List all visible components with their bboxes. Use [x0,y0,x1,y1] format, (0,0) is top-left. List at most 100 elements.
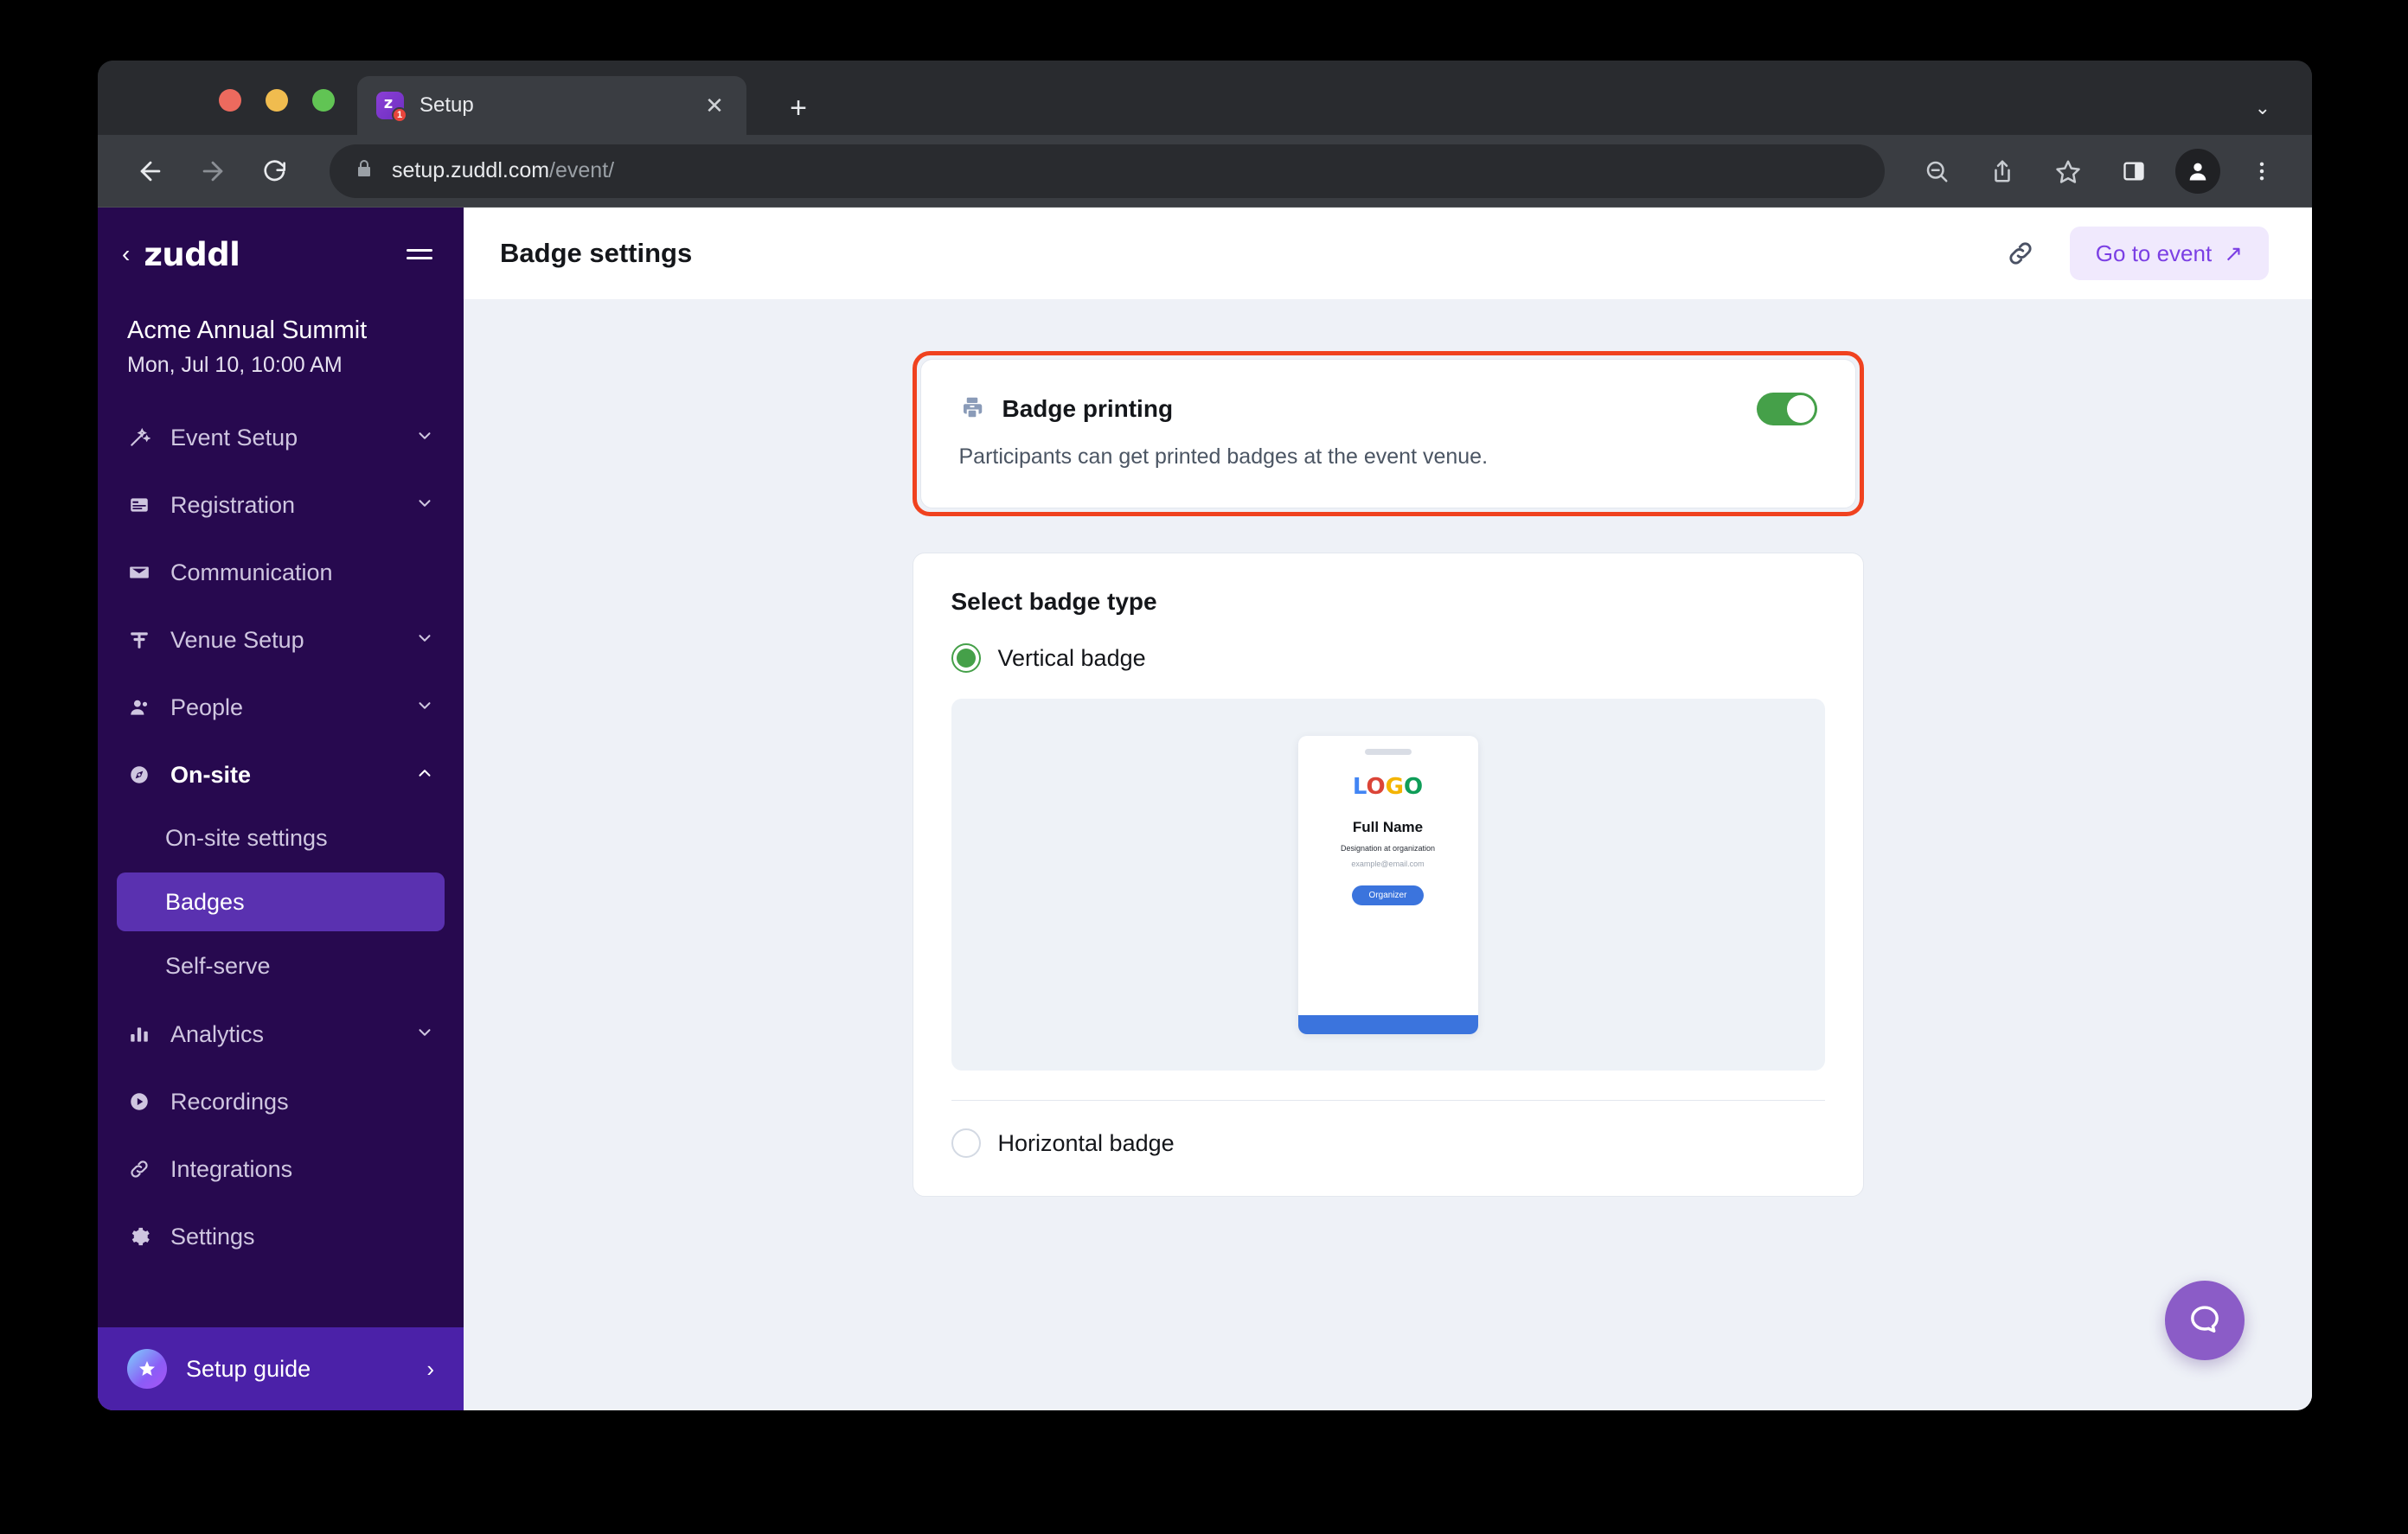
horizontal-badge-label: Horizontal badge [997,1129,1175,1156]
setup-guide-label: Setup guide [186,1355,311,1382]
chevron-down-icon[interactable] [415,494,434,517]
browser-tab[interactable]: z 1 Setup ✕ [357,76,746,135]
setup-guide-button[interactable]: Setup guide › [98,1327,464,1410]
link-icon [127,1158,151,1180]
close-tab-icon[interactable]: ✕ [701,94,727,117]
badge-full-name: Full Name [1352,818,1424,835]
vertical-badge-option[interactable]: Vertical badge [951,643,1825,673]
badge-printing-highlight: Badge printing Participants can get prin… [912,351,1864,516]
go-to-event-label: Go to event [2095,240,2213,266]
toolbar-icon-group [1912,147,2286,195]
badge-printing-description: Participants can get printed badges at t… [958,444,1489,469]
sidebar-item-settings[interactable]: Settings [98,1203,464,1270]
help-widget-button[interactable] [2165,1281,2245,1360]
toggle-knob [1786,395,1815,423]
sidebar-item-integrations[interactable]: Integrations [98,1135,464,1203]
select-badge-type-title: Select badge type [951,588,1157,615]
new-tab-button[interactable]: + [781,93,816,123]
url-text: setup.zuddl.com/event/ [392,158,614,183]
badge-type-divider [951,1100,1825,1101]
maximize-window-button[interactable] [312,89,335,112]
sidebar-nav: Event Setup Registration Communication V… [98,404,464,1327]
sidebar-item-self-serve[interactable]: Self-serve [117,936,445,995]
logo-letter-3: G [1385,773,1404,800]
sidebar-item-label: Settings [170,1223,255,1250]
sidebar-item-analytics[interactable]: Analytics [98,1000,464,1068]
page-title: Badge settings [500,238,693,268]
chevron-down-icon[interactable] [415,629,434,652]
back-arrow-icon[interactable] [124,144,177,198]
profile-avatar-icon[interactable] [2175,148,2220,194]
badge-email: example@email.com [1351,859,1425,868]
app-viewport: ‹ zuddl Acme Annual Summit Mon, Jul 10, … [98,208,2312,1410]
side-panel-icon[interactable] [2110,147,2158,195]
event-summary: Acme Annual Summit Mon, Jul 10, 10:00 AM [98,292,464,385]
bar-chart-icon [127,1023,151,1045]
tab-title: Setup [419,93,474,117]
share-icon[interactable] [1978,147,2027,195]
sidebar-item-registration[interactable]: Registration [98,471,464,539]
badge-footer-bar [1297,1014,1478,1034]
browser-tab-strip: z 1 Setup ✕ + ⌄ [98,61,2312,135]
sidebar-item-event-setup[interactable]: Event Setup [98,404,464,471]
chevron-up-icon[interactable] [415,764,434,787]
go-to-event-button[interactable]: Go to event ↗ [2069,227,2269,280]
three-dot-menu-icon[interactable] [2238,147,2286,195]
layout-icon [127,629,151,651]
sidebar-item-label: On-site [170,761,252,788]
envelope-icon [127,561,151,584]
url-path: /event/ [549,158,615,182]
sidebar-item-recordings[interactable]: Recordings [98,1068,464,1135]
minimize-window-button[interactable] [266,89,288,112]
sidebar-item-label: Recordings [170,1088,289,1115]
chevron-down-icon[interactable] [415,426,434,450]
sidebar-item-label: Communication [170,559,333,585]
badge-designation: Designation at organization [1340,843,1436,853]
logo-letter-2: O [1366,773,1386,800]
sidebar-item-people[interactable]: People [98,674,464,741]
browser-toolbar: setup.zuddl.com/event/ [98,135,2312,208]
badge-printing-toggle[interactable] [1756,393,1817,425]
reload-icon[interactable] [248,144,302,198]
horizontal-badge-option[interactable]: Horizontal badge [951,1128,1825,1158]
chevron-down-icon[interactable]: ⌄ [2255,97,2270,119]
badge-logo: LOGO [1353,776,1423,798]
vertical-badge-preview-area: LOGO Full Name Designation at organizati… [951,699,1825,1071]
sidebar-item-on-site-settings[interactable]: On-site settings [117,809,445,867]
sidebar-item-communication[interactable]: Communication [98,539,464,606]
favicon-badge-count: 1 [392,107,407,123]
star-icon [127,1349,167,1389]
copy-link-icon[interactable] [2001,233,2040,273]
sidebar-item-venue-setup[interactable]: Venue Setup [98,606,464,674]
favicon-letter: z [383,94,394,112]
vertical-badge-radio[interactable] [951,643,981,673]
back-chevron-icon[interactable]: ‹ [122,242,130,266]
content-area: Badge printing Participants can get prin… [464,299,2312,1410]
badge-printing-header-row: Badge printing [959,393,1817,425]
forward-arrow-icon[interactable] [186,144,240,198]
hamburger-menu-icon[interactable] [407,249,432,259]
zoom-out-icon[interactable] [1912,147,1961,195]
header-actions: Go to event ↗ [2001,227,2269,280]
lock-icon [354,158,375,183]
sidebar-item-label: Registration [170,491,296,518]
main-column: Badge settings Go to event ↗ Badge print… [464,208,2312,1410]
sidebar-item-label: Event Setup [170,424,298,451]
sidebar: ‹ zuddl Acme Annual Summit Mon, Jul 10, … [98,208,464,1410]
printer-icon [959,394,985,425]
badge-preview-card: LOGO Full Name Designation at organizati… [1297,735,1478,1034]
chevron-down-icon[interactable] [415,1023,434,1046]
brand-home-link[interactable]: ‹ zuddl [122,236,240,273]
star-icon[interactable] [2044,147,2092,195]
badge-printing-card: Badge printing Participants can get prin… [919,359,1856,508]
sidebar-item-label: Integrations [170,1155,293,1182]
close-window-button[interactable] [219,89,241,112]
horizontal-badge-radio[interactable] [951,1128,981,1158]
logo-letter-1: L [1352,773,1367,800]
sidebar-item-on-site[interactable]: On-site [98,741,464,809]
chevron-down-icon[interactable] [415,696,434,719]
address-bar[interactable]: setup.zuddl.com/event/ [330,144,1885,198]
sidebar-item-badges[interactable]: Badges [117,872,445,932]
sidebar-item-label: People [170,693,244,720]
chevron-right-icon[interactable]: › [426,1356,434,1383]
